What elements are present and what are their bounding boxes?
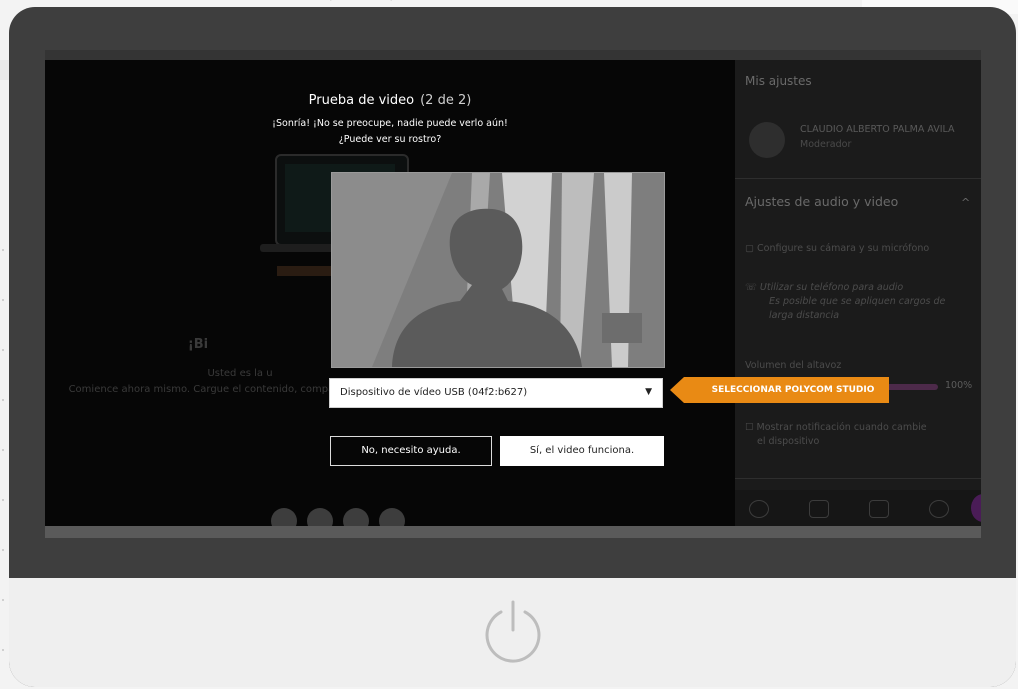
notify-device-label: Mostrar notificación cuando cambie (756, 422, 927, 433)
no-help-button[interactable]: No, necesito ayuda. (330, 436, 492, 466)
volume-label: Volumen del altavoz (745, 360, 842, 371)
screen: ¡Bi Usted es la u Comience ahora mismo. … (45, 50, 981, 538)
screen-top-bar (45, 50, 981, 60)
notify-device-checkbox[interactable]: ☐ Mostrar notificación cuando cambie (745, 422, 927, 433)
video-device-select[interactable]: Dispositivo de vídeo USB (04f2:b627) ▼ (329, 378, 663, 408)
phone-audio-note-1: Es posible que se apliquen cargos de (769, 296, 946, 307)
video-preview (331, 172, 665, 368)
chevron-up-icon[interactable]: ^ (961, 196, 970, 209)
dialog-title-text: Prueba de video (308, 93, 415, 108)
phone-audio-label: Utilizar su teléfono para audio (759, 282, 904, 293)
callout-label: SELECCIONAR POLYCOM STUDIO (711, 385, 875, 395)
monitor-bottom-bezel (9, 578, 1016, 687)
user-name: CLAUDIO ALBERTO PALMA AVILA (800, 124, 955, 135)
sidebar-tab-bar (735, 490, 981, 526)
power-icon (485, 600, 541, 663)
settings-sidebar: Mis ajustes CLAUDIO ALBERTO PALMA AVILA … (735, 60, 981, 526)
monitor-frame: ¡Bi Usted es la u Comience ahora mismo. … (9, 7, 1016, 687)
configure-camera-link[interactable]: ▢ Configure su cámara y su micrófono (745, 243, 929, 254)
screen-bottom-bar (45, 526, 981, 538)
user-role: Moderador (800, 139, 852, 150)
chat-icon[interactable] (749, 500, 769, 518)
participants-icon[interactable] (809, 500, 829, 518)
configure-camera-label: Configure su cámara y su micrófono (757, 243, 930, 254)
phone-audio-note-2: larga distancia (769, 310, 840, 321)
video-works-button[interactable]: Sí, el video funciona. (500, 436, 664, 466)
sidebar-title: Mis ajustes (745, 74, 812, 88)
user-avatar (749, 122, 785, 158)
notify-device-label-2: el dispositivo (757, 436, 820, 447)
phone-icon: ☏ (745, 282, 757, 293)
dialog-title: Prueba de video (2 de 2) (45, 93, 735, 108)
phone-audio-option[interactable]: ☏ Utilizar su teléfono para audio (745, 282, 903, 293)
dialog-subtitle-2: ¿Puede ver su rostro? (338, 134, 442, 145)
settings-gear-icon[interactable] (929, 500, 949, 518)
video-test-dialog: Prueba de video (2 de 2) ¡Sonría! ¡No se … (45, 60, 735, 526)
video-preview-image (332, 173, 664, 367)
dialog-step: (2 de 2) (420, 93, 472, 108)
dropdown-arrow-icon: ▼ (645, 387, 652, 397)
audio-video-section-title[interactable]: Ajustes de audio y video (745, 194, 898, 209)
share-icon[interactable] (869, 500, 889, 518)
dialog-subtitle-1: ¡Sonría! ¡No se preocupe, nadie puede ve… (272, 118, 508, 129)
main-presentation-area: ¡Bi Usted es la u Comience ahora mismo. … (45, 60, 735, 526)
volume-percent: 100% (945, 380, 973, 391)
video-device-select-value: Dispositivo de vídeo USB (04f2:b627) (340, 387, 528, 398)
callout-label-container: SELECCIONAR POLYCOM STUDIO (670, 377, 889, 403)
